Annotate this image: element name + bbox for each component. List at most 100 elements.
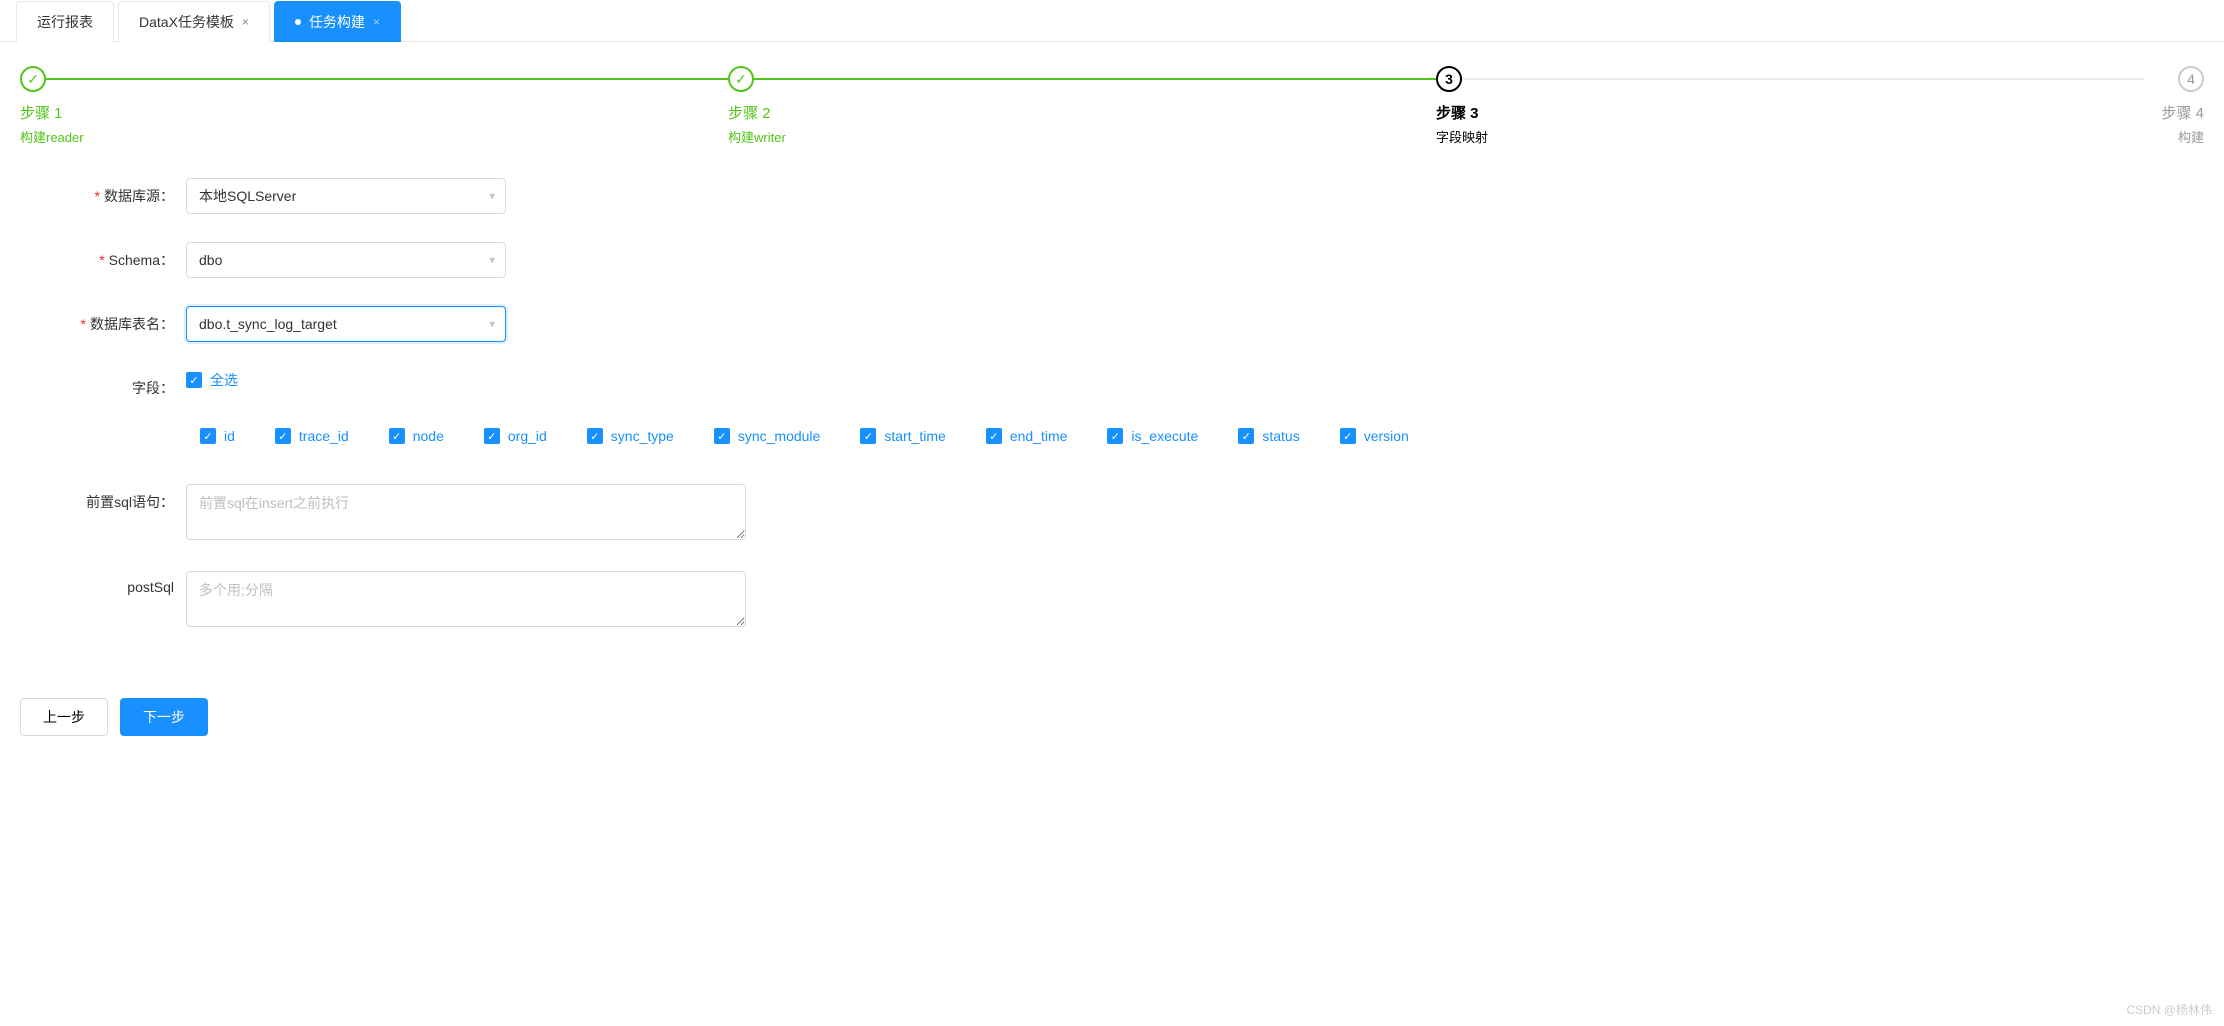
- next-button[interactable]: 下一步: [120, 698, 208, 736]
- checkbox-label: sync_module: [738, 428, 821, 444]
- field-checkbox-version[interactable]: ✓ version: [1340, 428, 1409, 444]
- checkbox-icon: ✓: [1340, 428, 1356, 444]
- checkbox-label: trace_id: [299, 428, 349, 444]
- checkbox-icon: ✓: [389, 428, 405, 444]
- checkbox-label: version: [1364, 428, 1409, 444]
- form: *数据库源： 本地SQLServer ▾ *Schema： dbo ▾ *数据库…: [0, 158, 2224, 678]
- dirty-indicator-icon: [295, 19, 301, 25]
- checkbox-icon: ✓: [860, 428, 876, 444]
- chevron-down-icon: ▾: [489, 318, 495, 331]
- row-datasource: *数据库源： 本地SQLServer ▾: [0, 178, 2224, 214]
- postsql-textarea[interactable]: [186, 571, 746, 627]
- checkbox-label: start_time: [884, 428, 945, 444]
- step-circle: 4: [2178, 66, 2204, 92]
- datasource-select[interactable]: 本地SQLServer ▾: [186, 178, 506, 214]
- checkbox-icon: ✓: [200, 428, 216, 444]
- step-title: 步骤 3: [1436, 102, 2144, 123]
- field-checkbox-org_id[interactable]: ✓ org_id: [484, 428, 547, 444]
- required-mark: *: [81, 316, 86, 332]
- table-select[interactable]: dbo.t_sync_log_target ▾: [186, 306, 506, 342]
- select-value: dbo.t_sync_log_target: [199, 316, 337, 332]
- label-presql: 前置sql语句：: [0, 484, 186, 512]
- tab-datax-template[interactable]: DataX任务模板 ×: [118, 1, 270, 42]
- checkbox-icon: ✓: [986, 428, 1002, 444]
- field-checkbox-sync_type[interactable]: ✓ sync_type: [587, 428, 674, 444]
- step-circle: 3: [1436, 66, 1462, 92]
- field-checkbox-id[interactable]: ✓ id: [200, 428, 235, 444]
- checkbox-label: id: [224, 428, 235, 444]
- footer: 上一步 下一步: [0, 678, 2224, 756]
- row-fields: 字段： ✓ 全选: [0, 370, 2224, 398]
- steps-bar: ✓ 步骤 1 构建reader ✓ 步骤 2 构建writer 3 步骤 3 字…: [0, 42, 2224, 158]
- schema-select[interactable]: dbo ▾: [186, 242, 506, 278]
- tab-label: 任务构建: [309, 12, 365, 32]
- step-title: 步骤 1: [20, 102, 728, 123]
- checkbox-icon: ✓: [186, 372, 202, 388]
- close-icon[interactable]: ×: [373, 15, 380, 29]
- checkbox-icon: ✓: [484, 428, 500, 444]
- checkbox-label: org_id: [508, 428, 547, 444]
- fields-list: ✓ id ✓ trace_id ✓ node ✓ org_id ✓ sync_type ✓ sync_…: [0, 428, 2224, 444]
- check-icon: ✓: [27, 71, 39, 88]
- row-schema: *Schema： dbo ▾: [0, 242, 2224, 278]
- step-1: ✓ 步骤 1 构建reader: [20, 66, 728, 146]
- label-fields: 字段：: [0, 370, 186, 398]
- row-table: *数据库表名： dbo.t_sync_log_target ▾: [0, 306, 2224, 342]
- step-circle: ✓: [20, 66, 46, 92]
- step-line: [754, 78, 1436, 80]
- step-4: 4 步骤 4 构建: [2144, 66, 2204, 146]
- step-desc: 构建: [2144, 127, 2204, 146]
- select-all-checkbox[interactable]: ✓ 全选: [186, 370, 2224, 390]
- checkbox-label: status: [1262, 428, 1299, 444]
- tab-label: 运行报表: [37, 12, 93, 32]
- checkbox-icon: ✓: [1238, 428, 1254, 444]
- presql-textarea[interactable]: [186, 484, 746, 540]
- tab-task-build[interactable]: 任务构建 ×: [274, 1, 401, 42]
- close-icon[interactable]: ×: [242, 15, 249, 29]
- label-table: *数据库表名：: [0, 306, 186, 334]
- chevron-down-icon: ▾: [489, 190, 495, 203]
- tab-report[interactable]: 运行报表: [16, 1, 114, 42]
- label-datasource: *数据库源：: [0, 178, 186, 206]
- step-desc: 字段映射: [1436, 127, 2144, 146]
- tab-label: DataX任务模板: [139, 12, 234, 32]
- step-desc: 构建writer: [728, 127, 1436, 146]
- step-circle: ✓: [728, 66, 754, 92]
- check-icon: ✓: [735, 71, 747, 88]
- checkbox-label: end_time: [1010, 428, 1068, 444]
- field-checkbox-trace_id[interactable]: ✓ trace_id: [275, 428, 349, 444]
- label-postsql: postSql: [0, 571, 186, 595]
- checkbox-icon: ✓: [275, 428, 291, 444]
- checkbox-icon: ✓: [1107, 428, 1123, 444]
- step-title: 步骤 2: [728, 102, 1436, 123]
- field-checkbox-node[interactable]: ✓ node: [389, 428, 444, 444]
- field-checkbox-end_time[interactable]: ✓ end_time: [986, 428, 1068, 444]
- chevron-down-icon: ▾: [489, 254, 495, 267]
- watermark: CSDN @杨林伟: [2126, 1001, 2212, 1018]
- step-title: 步骤 4: [2144, 102, 2204, 123]
- checkbox-icon: ✓: [714, 428, 730, 444]
- required-mark: *: [95, 188, 100, 204]
- step-3: 3 步骤 3 字段映射: [1436, 66, 2144, 146]
- field-checkbox-status[interactable]: ✓ status: [1238, 428, 1299, 444]
- prev-button[interactable]: 上一步: [20, 698, 108, 736]
- tabs-bar: 运行报表 DataX任务模板 × 任务构建 ×: [0, 0, 2224, 42]
- field-checkbox-start_time[interactable]: ✓ start_time: [860, 428, 945, 444]
- row-postsql: postSql: [0, 571, 2224, 630]
- checkbox-label: sync_type: [611, 428, 674, 444]
- step-2: ✓ 步骤 2 构建writer: [728, 66, 1436, 146]
- step-line: [1462, 78, 2144, 80]
- select-value: dbo: [199, 252, 222, 268]
- select-value: 本地SQLServer: [199, 186, 296, 206]
- step-desc: 构建reader: [20, 127, 728, 146]
- checkbox-label: node: [413, 428, 444, 444]
- checkbox-label: 全选: [210, 370, 238, 390]
- row-presql: 前置sql语句：: [0, 484, 2224, 543]
- label-schema: *Schema：: [0, 242, 186, 270]
- field-checkbox-sync_module[interactable]: ✓ sync_module: [714, 428, 821, 444]
- checkbox-label: is_execute: [1131, 428, 1198, 444]
- checkbox-icon: ✓: [587, 428, 603, 444]
- required-mark: *: [99, 252, 104, 268]
- step-line: [46, 78, 728, 80]
- field-checkbox-is_execute[interactable]: ✓ is_execute: [1107, 428, 1198, 444]
